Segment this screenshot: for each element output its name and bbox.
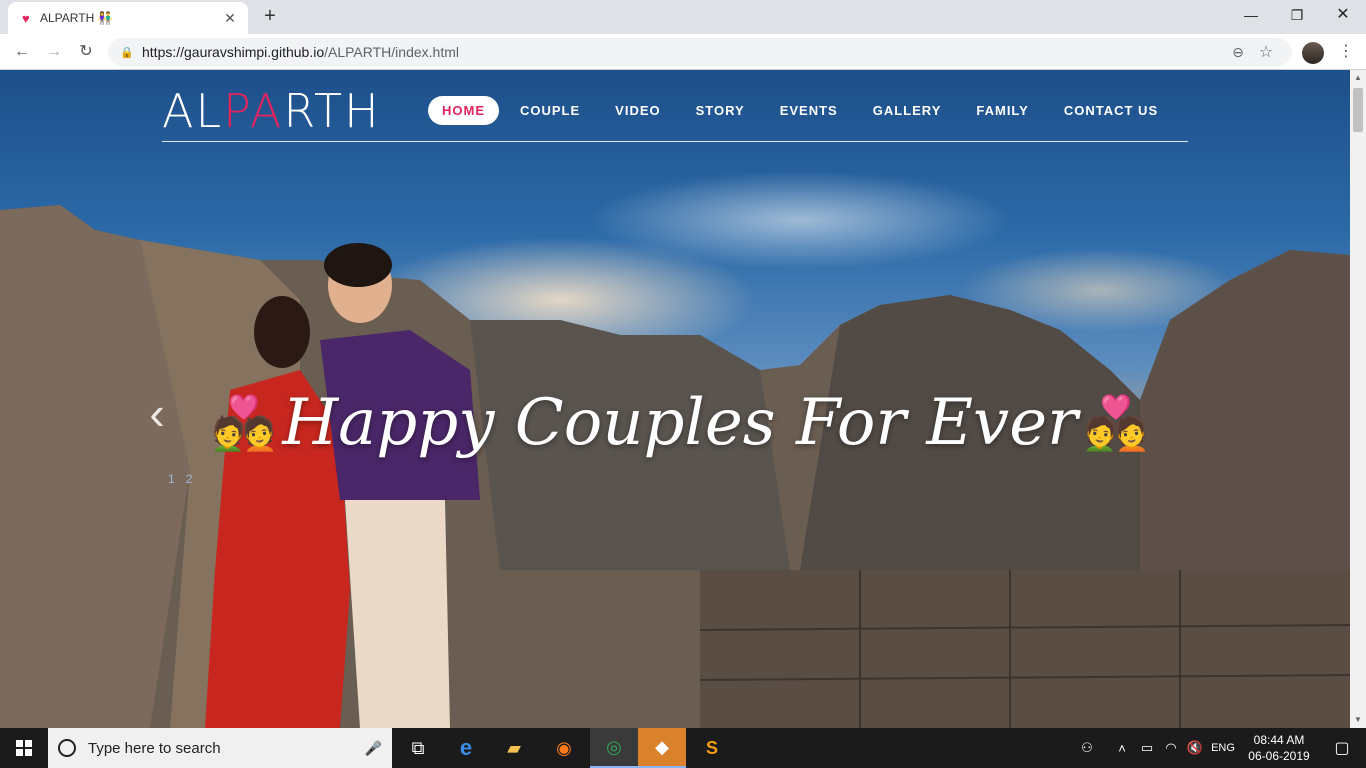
- address-bar[interactable]: 🔒 https://gauravshimpi.github.io/ALPARTH…: [108, 38, 1292, 66]
- clock-date: 06-06-2019: [1248, 749, 1310, 763]
- system-clock[interactable]: 08:44 AM 06-06-2019: [1238, 732, 1320, 764]
- battery-icon[interactable]: ▭: [1136, 728, 1158, 768]
- cortana-icon: [58, 739, 76, 757]
- virtualbox-icon[interactable]: ◆: [638, 728, 686, 768]
- file-explorer-icon[interactable]: ▰: [490, 728, 538, 768]
- language-indicator[interactable]: ENG: [1208, 728, 1238, 768]
- carousel-pager: 1 2: [168, 472, 203, 486]
- windows-logo-icon: [16, 740, 32, 756]
- browser-menu-icon[interactable]: ⋮: [1336, 40, 1356, 64]
- show-hidden-icons-icon[interactable]: ˄: [1112, 728, 1132, 768]
- nav-contact-us[interactable]: CONTACT US: [1050, 96, 1172, 125]
- task-view-icon[interactable]: ⧉: [394, 728, 442, 768]
- nav-couple[interactable]: COUPLE: [506, 96, 594, 125]
- sublime-text-icon[interactable]: S: [688, 728, 736, 768]
- logo-text-right: RTH: [283, 84, 381, 138]
- hero-banner: ALPARTH HOME COUPLE VIDEO STORY EVENTS G…: [0, 70, 1350, 728]
- main-nav: HOME COUPLE VIDEO STORY EVENTS GALLERY F…: [428, 96, 1179, 125]
- nav-family[interactable]: FAMILY: [962, 96, 1042, 125]
- close-tab-icon[interactable]: ✕: [222, 10, 238, 27]
- nav-gallery[interactable]: GALLERY: [859, 96, 956, 125]
- nav-story[interactable]: STORY: [682, 96, 759, 125]
- pager-item-1[interactable]: 1: [168, 472, 175, 486]
- site-header: ALPARTH HOME COUPLE VIDEO STORY EVENTS G…: [162, 88, 1188, 142]
- lock-icon: 🔒: [120, 46, 134, 59]
- volume-muted-icon[interactable]: 🔇: [1184, 728, 1206, 768]
- browser-tab-strip: ♥ ALPARTH 👫 ✕ + — ❐ ✕: [0, 0, 1366, 34]
- chrome-icon[interactable]: ◎: [590, 728, 638, 768]
- site-logo[interactable]: ALPARTH: [162, 88, 381, 134]
- pager-item-2[interactable]: 2: [186, 472, 193, 486]
- clock-time: 08:44 AM: [1253, 733, 1305, 747]
- logo-text-left: AL: [162, 84, 224, 138]
- hero-headline: 💑 Happy Couples For Ever 💑: [212, 378, 1149, 468]
- couple-heart-emoji-icon: 💑: [1083, 393, 1149, 454]
- scroll-up-arrow-icon[interactable]: ▲: [1350, 70, 1366, 86]
- reload-icon[interactable]: ↻: [74, 40, 98, 64]
- browser-toolbar: ← → ↻ 🔒 https://gauravshimpi.github.io/A…: [0, 34, 1366, 70]
- search-placeholder: Type here to search: [88, 739, 221, 757]
- page-scrollbar[interactable]: ▲ ▼: [1350, 70, 1366, 728]
- firefox-icon[interactable]: ◉: [540, 728, 588, 768]
- microphone-icon[interactable]: 🎤: [365, 740, 382, 757]
- nav-video[interactable]: VIDEO: [601, 96, 674, 125]
- url-path: /ALPARTH/index.html: [324, 44, 459, 60]
- scroll-down-arrow-icon[interactable]: ▼: [1350, 712, 1366, 728]
- edge-browser-icon[interactable]: e: [442, 728, 490, 768]
- nav-home[interactable]: HOME: [428, 96, 499, 125]
- minimize-button[interactable]: —: [1228, 0, 1274, 30]
- action-center-icon[interactable]: ▢: [1318, 728, 1366, 768]
- browser-tab[interactable]: ♥ ALPARTH 👫 ✕: [8, 2, 248, 34]
- close-window-button[interactable]: ✕: [1320, 0, 1366, 30]
- taskbar: Type here to search 🎤 ⧉ e ▰ ◉ ◎ ◆ S ⚇ ˄ …: [0, 728, 1366, 768]
- nav-events[interactable]: EVENTS: [766, 96, 852, 125]
- url-text[interactable]: https://gauravshimpi.github.io/ALPARTH/i…: [142, 44, 1224, 60]
- people-icon[interactable]: ⚇: [1076, 728, 1098, 768]
- carousel-prev-arrow-icon[interactable]: ‹: [142, 388, 172, 438]
- hero-title-text: Happy Couples For Ever: [282, 386, 1078, 460]
- wifi-icon[interactable]: ◠: [1160, 728, 1182, 768]
- start-button[interactable]: [0, 728, 48, 768]
- couple-heart-emoji-icon: 💑: [211, 393, 277, 454]
- heart-favicon-icon: ♥: [22, 10, 30, 26]
- new-tab-button[interactable]: +: [258, 4, 282, 28]
- back-arrow-icon[interactable]: ←: [10, 40, 34, 64]
- logo-text-accent: PA: [223, 84, 284, 138]
- url-host: https://gauravshimpi.github.io: [142, 44, 325, 60]
- zoom-icon[interactable]: ⊖: [1224, 44, 1252, 61]
- taskbar-search[interactable]: Type here to search 🎤: [48, 728, 392, 768]
- bookmark-star-icon[interactable]: ☆: [1252, 42, 1280, 62]
- tab-title: ALPARTH 👫: [40, 11, 113, 25]
- forward-arrow-icon[interactable]: →: [42, 40, 66, 64]
- profile-avatar[interactable]: [1302, 42, 1324, 64]
- scroll-thumb[interactable]: [1353, 88, 1363, 132]
- restore-button[interactable]: ❐: [1274, 0, 1320, 30]
